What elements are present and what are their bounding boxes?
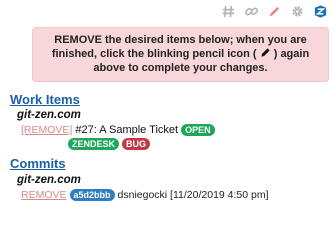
status-badge: OPEN bbox=[181, 124, 215, 136]
instructions-alert: REMOVE the desired items below; when you… bbox=[32, 27, 329, 82]
alert-line-1: REMOVE the desired items below; when you… bbox=[54, 34, 307, 46]
commit-row: REMOVE a5d2bbb dsniegocki [11/20/2019 4:… bbox=[21, 189, 269, 201]
alert-line-3: above to complete your changes. bbox=[93, 62, 268, 74]
remove-work-item-link[interactable]: [REMOVE] bbox=[21, 124, 72, 136]
gear-icon[interactable] bbox=[289, 3, 306, 20]
ticket-title[interactable]: #27: A Sample Ticket bbox=[75, 124, 178, 136]
tag-row: ZENDESK BUG bbox=[68, 138, 151, 150]
toolbar bbox=[220, 3, 329, 20]
link-icon[interactable] bbox=[243, 3, 260, 20]
commit-meta: dsniegocki [11/20/2019 4:50 pm] bbox=[117, 189, 269, 201]
work-items-repo: git-zen.com bbox=[17, 109, 81, 121]
pencil-icon[interactable] bbox=[266, 3, 283, 20]
commit-hash-badge[interactable]: a5d2bbb bbox=[69, 189, 115, 201]
logo-icon[interactable] bbox=[312, 3, 329, 20]
tag-badge-zendesk: ZENDESK bbox=[68, 138, 120, 150]
commits-title: Commits bbox=[10, 156, 66, 171]
commits-repo: git-zen.com bbox=[17, 174, 81, 186]
remove-commit-link[interactable]: REMOVE bbox=[21, 189, 67, 201]
pencil-icon bbox=[261, 48, 270, 57]
hash-icon[interactable] bbox=[220, 3, 237, 20]
tag-badge-bug: BUG bbox=[122, 138, 151, 150]
work-items-title: Work Items bbox=[10, 92, 80, 107]
work-item-row: [REMOVE] #27: A Sample Ticket OPEN bbox=[21, 124, 215, 136]
alert-line-2: finished, click the blinking pencil icon… bbox=[51, 48, 310, 60]
